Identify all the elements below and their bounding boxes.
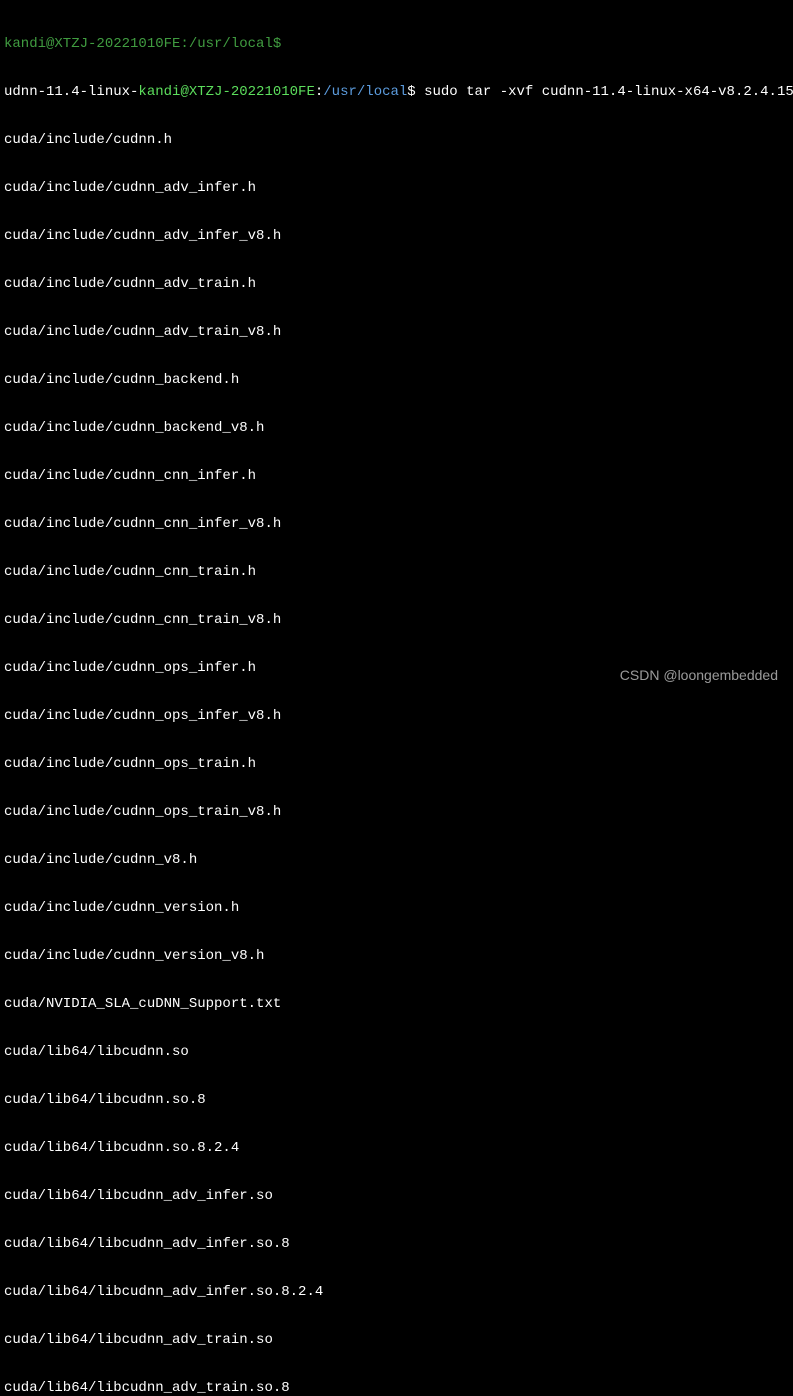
output-line: cuda/lib64/libcudnn.so xyxy=(4,1044,789,1060)
partial-prompt-top: kandi@XTZJ-20221010FE:/usr/local$ xyxy=(4,36,789,52)
output-line: cuda/include/cudnn_ops_train_v8.h xyxy=(4,804,789,820)
terminal-window[interactable]: kandi@XTZJ-20221010FE:/usr/local$ udnn-1… xyxy=(4,4,789,1396)
prompt-path: /usr/local xyxy=(323,84,407,100)
prompt-host: XTZJ-20221010FE xyxy=(189,84,315,100)
output-line: cuda/lib64/libcudnn_adv_infer.so.8 xyxy=(4,1236,789,1252)
output-line: cuda/include/cudnn_adv_train_v8.h xyxy=(4,324,789,340)
output-line: cuda/include/cudnn_adv_train.h xyxy=(4,276,789,292)
output-line: cuda/include/cudnn_version.h xyxy=(4,900,789,916)
prompt-colon: : xyxy=(315,84,323,100)
output-line: cuda/lib64/libcudnn.so.8.2.4 xyxy=(4,1140,789,1156)
output-line: cuda/include/cudnn.h xyxy=(4,132,789,148)
output-line: cuda/lib64/libcudnn.so.8 xyxy=(4,1092,789,1108)
output-line: cuda/include/cudnn_adv_infer.h xyxy=(4,180,789,196)
output-line: cuda/include/cudnn_cnn_infer.h xyxy=(4,468,789,484)
output-line: cuda/lib64/libcudnn_adv_train.so xyxy=(4,1332,789,1348)
output-line: cuda/include/cudnn_backend_v8.h xyxy=(4,420,789,436)
prompt-user: kandi xyxy=(138,84,180,100)
output-line: cuda/include/cudnn_cnn_train_v8.h xyxy=(4,612,789,628)
output-line: cuda/include/cudnn_adv_infer_v8.h xyxy=(4,228,789,244)
output-line: cuda/include/cudnn_v8.h xyxy=(4,852,789,868)
output-line: cuda/include/cudnn_cnn_train.h xyxy=(4,564,789,580)
prompt-prefix: udnn-11.4-linux- xyxy=(4,84,138,100)
output-line: cuda/lib64/libcudnn_adv_infer.so.8.2.4 xyxy=(4,1284,789,1300)
partial-top-text: kandi@XTZJ-20221010FE:/usr/local$ xyxy=(4,36,281,52)
output-line: cuda/include/cudnn_version_v8.h xyxy=(4,948,789,964)
output-line: cuda/include/cudnn_cnn_infer_v8.h xyxy=(4,516,789,532)
output-line: cuda/lib64/libcudnn_adv_train.so.8 xyxy=(4,1380,789,1396)
prompt-at: @ xyxy=(180,84,188,100)
command-prompt-line: udnn-11.4-linux-kandi@XTZJ-20221010FE:/u… xyxy=(4,84,789,100)
output-line: cuda/include/cudnn_backend.h xyxy=(4,372,789,388)
prompt-dollar: $ xyxy=(407,84,415,100)
output-line: cuda/lib64/libcudnn_adv_infer.so xyxy=(4,1188,789,1204)
output-line: cuda/include/cudnn_ops_train.h xyxy=(4,756,789,772)
output-line: cuda/NVIDIA_SLA_cuDNN_Support.txt xyxy=(4,996,789,1012)
watermark-text: CSDN @loongembedded xyxy=(620,667,778,683)
output-line: cuda/include/cudnn_ops_infer_v8.h xyxy=(4,708,789,724)
command-text: sudo tar -xvf cudnn-11.4-linux-x64-v8.2.… xyxy=(416,84,793,100)
